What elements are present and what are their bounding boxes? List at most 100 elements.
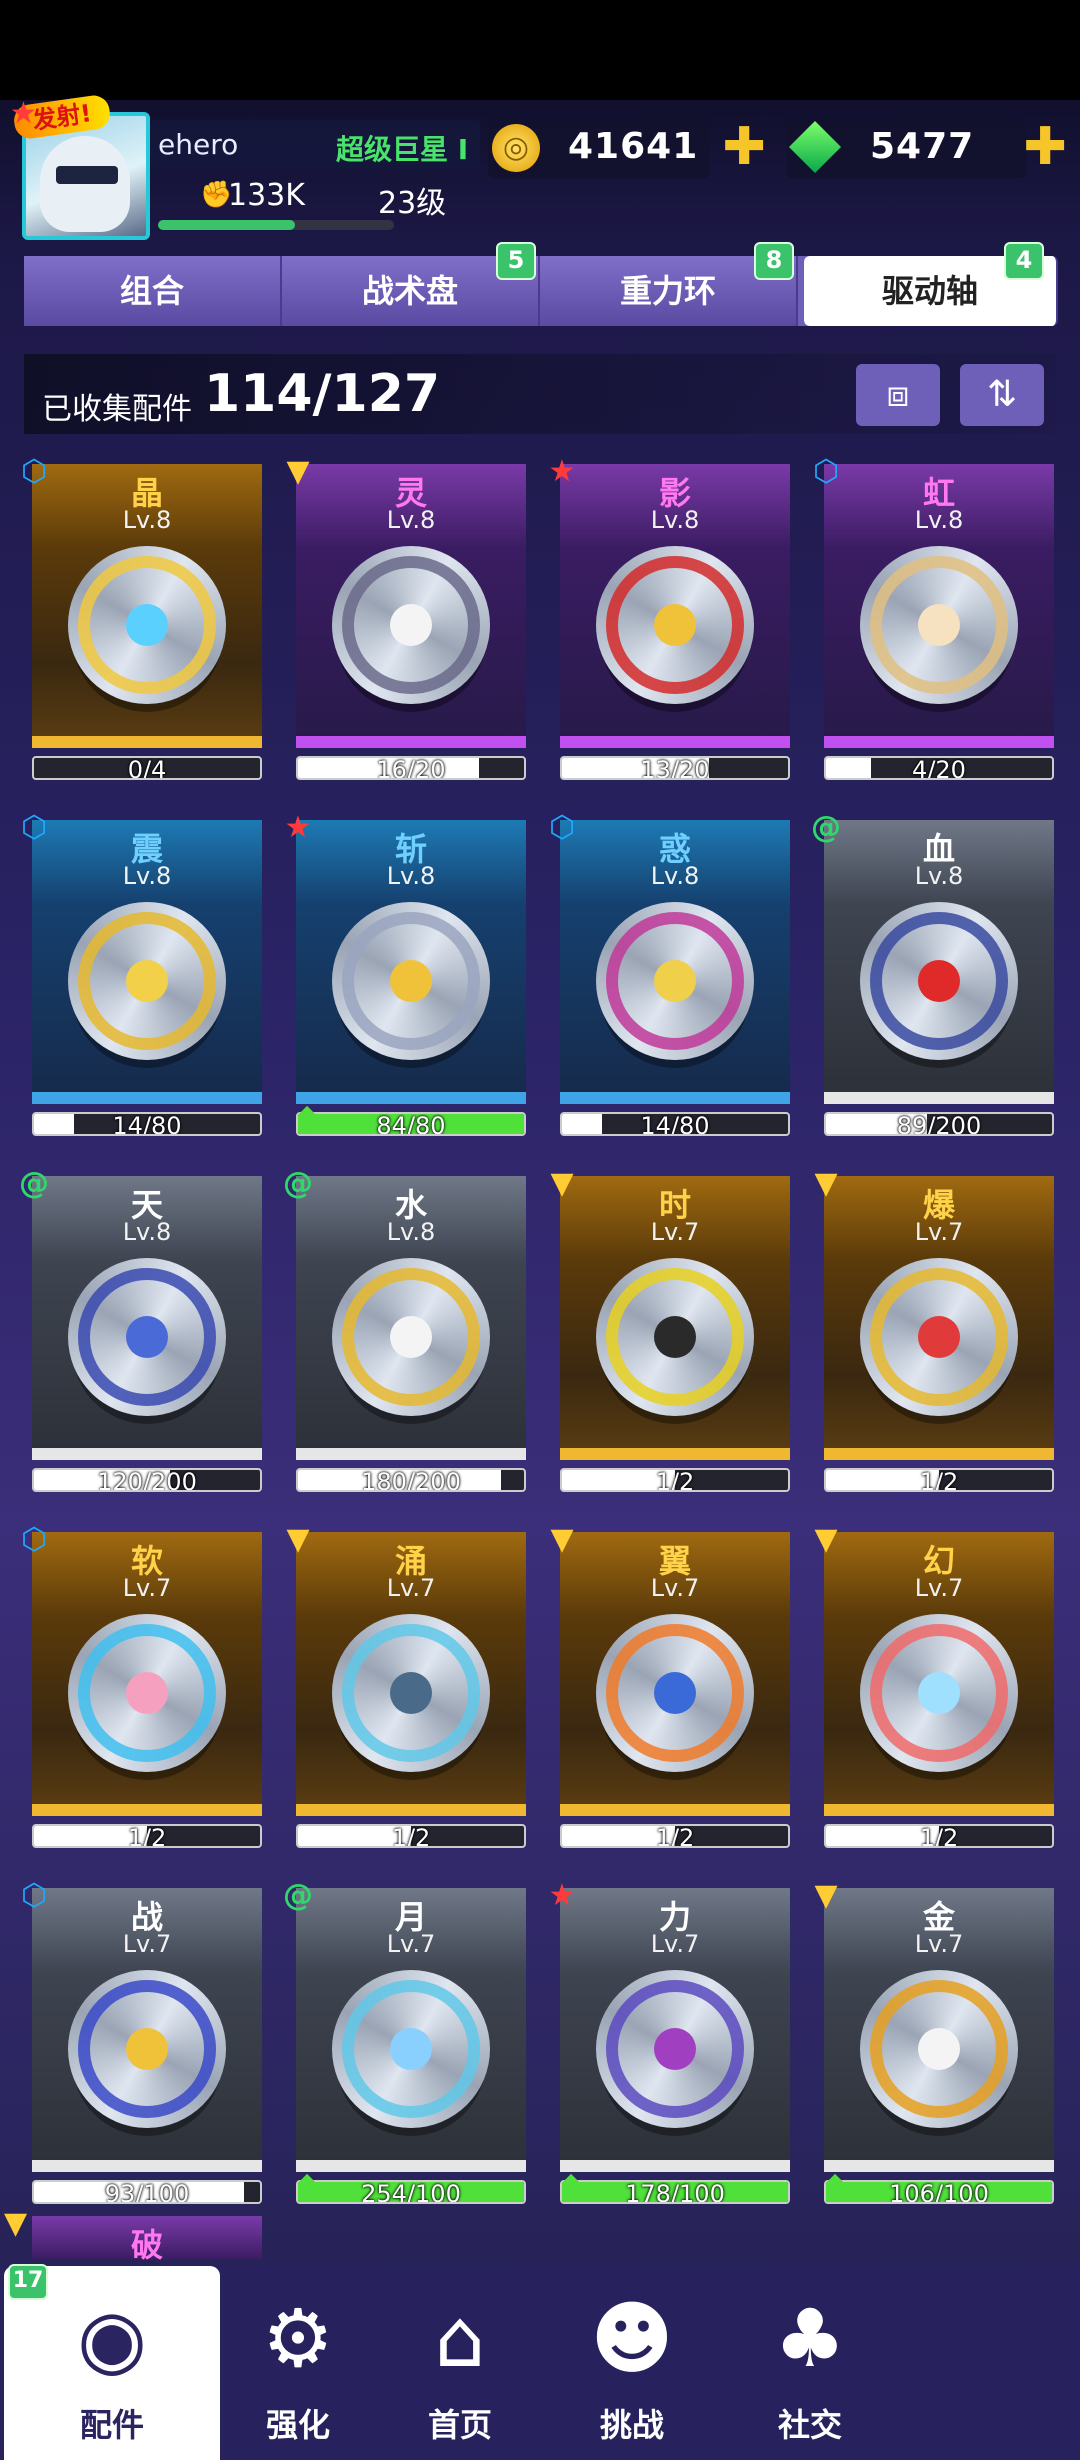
progress-text: 1/2 xyxy=(919,1468,959,1492)
rarity-stripe xyxy=(32,1804,262,1816)
hexagon-gear-icon: ⬡ xyxy=(812,454,840,489)
part-level: Lv.7 xyxy=(914,1218,964,1246)
part-card[interactable]: 幻 Lv.7 1/2 ▼ xyxy=(814,1522,1054,1848)
part-card[interactable]: 翼 Lv.7 1/2 ▼ xyxy=(550,1522,790,1848)
shard-progress-bar: 13/20 xyxy=(560,756,790,780)
plus-icon: ✚ xyxy=(722,117,766,177)
part-card[interactable]: 软 Lv.7 1/2 ⬡ xyxy=(21,1522,262,1848)
part-level: Lv.8 xyxy=(122,1218,172,1246)
part-card[interactable]: 时 Lv.7 1/2 ▼ xyxy=(550,1166,790,1492)
progress-text: 84/80 xyxy=(376,1112,446,1136)
part-card[interactable]: 天 Lv.8 120/200 @ xyxy=(19,1166,262,1492)
spinning-top-image xyxy=(68,546,226,704)
top-core xyxy=(390,1672,432,1714)
chevron-badge-icon: ▼ xyxy=(286,1522,310,1557)
part-card[interactable]: 虹 Lv.8 4/20 ⬡ xyxy=(813,454,1054,780)
shard-progress-bar: 180/200 xyxy=(296,1468,526,1492)
part-card[interactable]: 涌 Lv.7 1/2 ▼ xyxy=(286,1522,526,1848)
part-card[interactable]: 惑 Lv.8 14/80 ⬡ xyxy=(549,810,790,1136)
part-card[interactable]: 震 Lv.8 14/80 ⬡ xyxy=(21,810,262,1136)
filter-icon: ⧈ xyxy=(886,374,910,415)
tab-drive-shaft[interactable]: 驱动轴 4 xyxy=(804,242,1058,326)
sort-button[interactable]: ⇅ xyxy=(960,364,1044,426)
xp-bar xyxy=(158,220,394,230)
hexagon-gear-icon: ⬡ xyxy=(20,454,48,489)
plus-icon: ✚ xyxy=(1023,117,1067,177)
spinning-top-image xyxy=(596,1970,754,2128)
progress-text: 0/4 xyxy=(127,756,167,780)
part-card[interactable]: 晶 Lv.8 0/4 ⬡ xyxy=(21,454,262,780)
nav-challenge[interactable]: ☻ 挑战 xyxy=(544,2266,720,2460)
progress-text: 89/200 xyxy=(896,1112,982,1136)
chevron-badge-icon: ▼ xyxy=(550,1522,574,1557)
rarity-stripe xyxy=(32,1448,262,1460)
coin-value: 41641 xyxy=(568,126,699,167)
spinning-top-image xyxy=(860,1970,1018,2128)
progress-text: 13/20 xyxy=(640,756,710,780)
player-name: ehero xyxy=(158,128,239,161)
tab-badge: 8 xyxy=(754,242,794,280)
part-card[interactable]: 战 Lv.7 93/100 ⬡ xyxy=(21,1878,262,2204)
sort-icon: ⇅ xyxy=(986,374,1018,415)
enhance-icon: ⚙ xyxy=(262,2292,334,2385)
spinning-top-image xyxy=(596,546,754,704)
shard-progress-bar: 1/2 xyxy=(824,1468,1054,1492)
hexagon-gear-icon: ⬡ xyxy=(548,810,576,845)
chevron-badge-icon: ▼ xyxy=(550,1166,574,1201)
part-level: Lv.7 xyxy=(122,1930,172,1958)
part-level: Lv.7 xyxy=(386,1930,436,1958)
tab-label: 驱动轴 xyxy=(881,272,978,310)
upgrade-arrow-icon: ⬆ xyxy=(292,2169,323,2210)
part-card[interactable]: 影 Lv.8 13/20 ★ xyxy=(549,454,790,780)
progress-text: 1/2 xyxy=(919,1824,959,1848)
coin-counter: ◎ 41641 xyxy=(488,118,710,178)
top-core xyxy=(126,1672,168,1714)
top-core xyxy=(654,960,696,1002)
tab-badge: 4 xyxy=(1004,242,1044,280)
top-core xyxy=(654,604,696,646)
nav-home[interactable]: ⌂ 首页 xyxy=(376,2266,544,2460)
chevron-badge-icon: ▼ xyxy=(814,1166,838,1201)
part-card[interactable]: 金 Lv.7 106/100 ⬆ ▼ xyxy=(814,1878,1054,2210)
part-card[interactable]: 血 Lv.8 89/200 @ xyxy=(811,810,1054,1136)
upgrade-arrow-icon: ⬆ xyxy=(556,2169,587,2210)
chevron-badge-icon: ▼ xyxy=(4,2206,28,2241)
tab-gravity-ring[interactable]: 重力环 8 xyxy=(540,242,798,326)
rarity-stripe xyxy=(560,2160,790,2172)
rarity-stripe xyxy=(296,736,526,748)
spinning-top-image xyxy=(596,1614,754,1772)
rarity-stripe xyxy=(32,2160,262,2172)
filter-button[interactable]: ⧈ xyxy=(856,364,940,426)
nav-enhance[interactable]: ⚙ 强化 xyxy=(220,2266,376,2460)
xp-fill xyxy=(158,220,295,230)
part-level: Lv.8 xyxy=(914,862,964,890)
progress-text: 1/2 xyxy=(391,1824,431,1848)
part-card[interactable]: 月 Lv.7 254/100 ⬆ @ xyxy=(283,1878,526,2210)
nav-social[interactable]: ♣ 社交 xyxy=(720,2266,900,2460)
add-gems-button[interactable]: ✚ xyxy=(1020,118,1070,178)
shard-progress-bar: 0/4 xyxy=(32,756,262,780)
shard-progress-bar: 1/2 xyxy=(560,1824,790,1848)
progress-text: 1/2 xyxy=(127,1824,167,1848)
top-core xyxy=(918,2028,960,2070)
part-card[interactable]: 爆 Lv.7 1/2 ▼ xyxy=(814,1166,1054,1492)
shard-progress-bar: 1/2 xyxy=(824,1824,1054,1848)
add-coins-button[interactable]: ✚ xyxy=(718,118,770,178)
part-level: Lv.8 xyxy=(650,506,700,534)
part-card[interactable]: 斩 Lv.8 84/80 ⬆ ★ xyxy=(285,810,526,1142)
upgrade-arrow-icon: ⬆ xyxy=(292,1101,323,1142)
part-card[interactable]: 水 Lv.8 180/200 @ xyxy=(283,1166,526,1492)
spinning-top-image xyxy=(332,1970,490,2128)
part-card[interactable]: 力 Lv.7 178/100 ⬆ ★ xyxy=(549,1878,790,2210)
shard-progress-bar: 106/100 xyxy=(824,2180,1054,2204)
part-card[interactable]: 灵 Lv.8 16/20 ▼ xyxy=(286,454,526,780)
spinning-top-image xyxy=(68,1614,226,1772)
shard-progress-bar: 14/80 xyxy=(32,1112,262,1136)
gem-value: 5477 xyxy=(870,126,975,167)
tab-combo[interactable]: 组合 xyxy=(24,256,282,326)
tab-tactic-disk[interactable]: 战术盘 5 xyxy=(282,242,540,326)
progress-text: 180/200 xyxy=(361,1468,461,1492)
shard-progress-bar: 1/2 xyxy=(560,1468,790,1492)
spinning-top-image xyxy=(332,1614,490,1772)
part-level: Lv.7 xyxy=(650,1218,700,1246)
